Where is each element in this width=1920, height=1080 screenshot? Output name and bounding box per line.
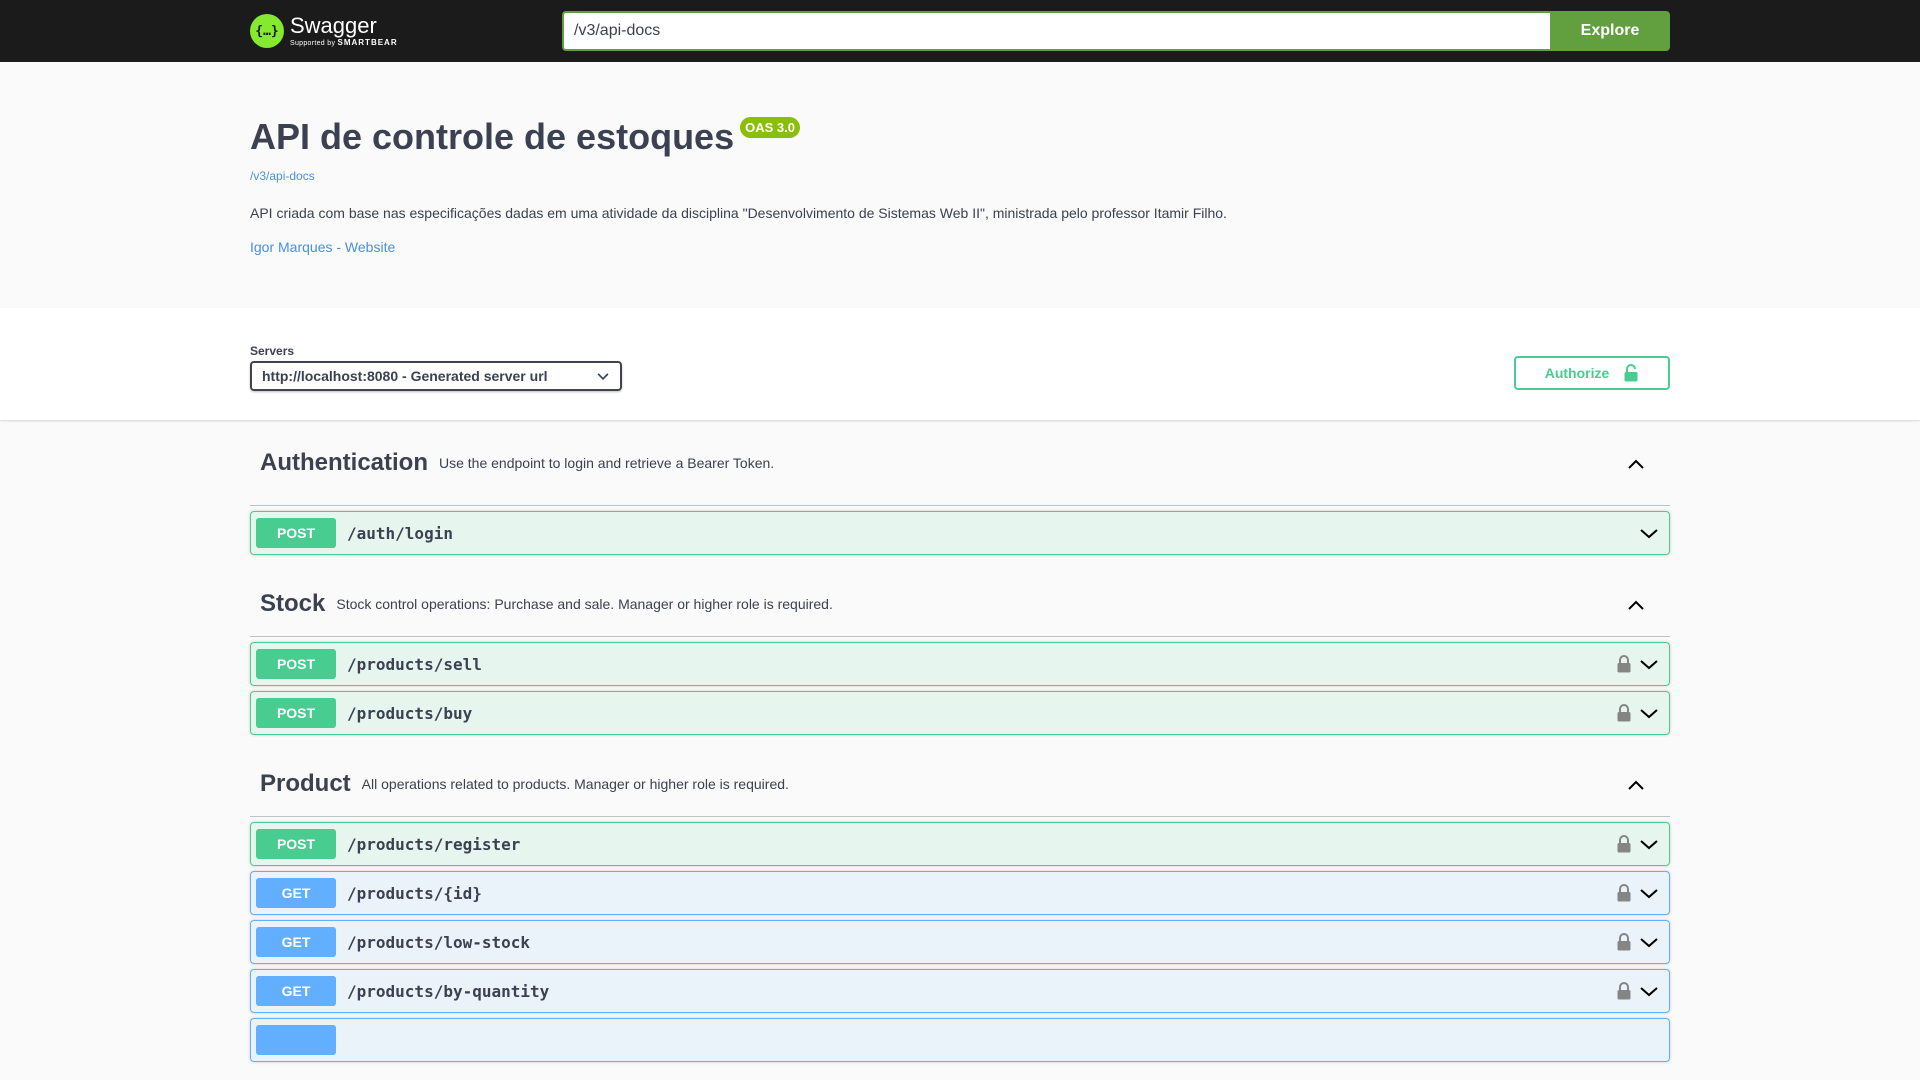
operation-get-products-low-stock[interactable]: GET /products/low-stock: [250, 920, 1670, 964]
tag-header-authentication[interactable]: Authentication Use the endpoint to login…: [250, 420, 1670, 506]
method-badge: [256, 1025, 336, 1055]
tag-section-authentication: Authentication Use the endpoint to login…: [250, 420, 1670, 555]
authorize-label: Authorize: [1544, 365, 1610, 381]
swagger-logo[interactable]: {…} Swagger Supported by SMARTBEAR: [250, 14, 562, 48]
method-badge: POST: [256, 649, 336, 679]
operation-post-products-sell[interactable]: POST /products/sell: [250, 642, 1670, 686]
chevron-down-icon[interactable]: [1639, 654, 1659, 674]
spec-url-link[interactable]: /v3/api-docs: [250, 169, 1670, 183]
operation-path: /products/buy: [347, 703, 473, 723]
method-badge: POST: [256, 518, 336, 548]
operation-path: /products/low-stock: [347, 932, 531, 952]
logo-subtitle: Supported by SMARTBEAR: [290, 38, 398, 48]
chevron-down-icon[interactable]: [1639, 703, 1659, 723]
tag-section-product: Product All operations related to produc…: [250, 751, 1670, 1062]
chevron-down-icon[interactable]: [1639, 932, 1659, 952]
chevron-up-icon[interactable]: [1626, 595, 1646, 615]
info-section: API de controle de estoques OAS 3.0 /v3/…: [0, 62, 1920, 308]
chevron-down-icon[interactable]: [1639, 981, 1659, 1001]
method-badge: GET: [256, 878, 336, 908]
lock-icon[interactable]: [1617, 982, 1631, 1000]
swagger-logo-icon: {…}: [250, 14, 284, 48]
servers-label: Servers: [250, 344, 295, 358]
tag-description: All operations related to products. Mana…: [361, 775, 789, 792]
lock-icon[interactable]: [1617, 655, 1631, 673]
scheme-container: Servers http://localhost:8080 - Generate…: [0, 308, 1920, 420]
chevron-up-icon[interactable]: [1626, 454, 1646, 474]
method-badge: POST: [256, 698, 336, 728]
operation-path: /auth/login: [347, 523, 453, 543]
authorize-button[interactable]: Authorize: [1514, 356, 1670, 390]
tag-name: Product: [260, 769, 351, 797]
operation-get-products-id[interactable]: GET /products/{id}: [250, 871, 1670, 915]
method-badge: GET: [256, 927, 336, 957]
operation-post-products-register[interactable]: POST /products/register: [250, 822, 1670, 866]
server-select[interactable]: http://localhost:8080 - Generated server…: [250, 361, 622, 391]
logo-name: Swagger: [290, 13, 377, 38]
spec-url-input[interactable]: [562, 11, 1550, 51]
operation-get-partial[interactable]: [250, 1018, 1670, 1062]
method-badge: POST: [256, 829, 336, 859]
tag-header-product[interactable]: Product All operations related to produc…: [250, 751, 1670, 817]
tag-section-stock: Stock Stock control operations: Purchase…: [250, 571, 1670, 735]
chevron-down-icon[interactable]: [1639, 883, 1659, 903]
oas-version-badge: OAS 3.0: [740, 117, 800, 138]
operation-path: /products/{id}: [347, 883, 482, 903]
operation-get-products-by-quantity[interactable]: GET /products/by-quantity: [250, 969, 1670, 1013]
operation-path: /products/register: [347, 834, 521, 854]
api-description: API criada com base nas especificações d…: [250, 204, 1227, 221]
operation-path: /products/by-quantity: [347, 981, 550, 1001]
chevron-up-icon[interactable]: [1626, 775, 1646, 795]
operations-list: Authentication Use the endpoint to login…: [250, 420, 1670, 1078]
operation-post-products-buy[interactable]: POST /products/buy: [250, 691, 1670, 735]
topbar: {…} Swagger Supported by SMARTBEAR Explo…: [0, 0, 1920, 62]
server-select-value: http://localhost:8080 - Generated server…: [262, 368, 548, 384]
tag-description: Stock control operations: Purchase and s…: [336, 595, 833, 612]
tag-name: Stock: [260, 589, 326, 617]
method-badge: GET: [256, 976, 336, 1006]
api-title: API de controle de estoques: [250, 116, 735, 157]
chevron-down-icon[interactable]: [1639, 523, 1659, 543]
tag-header-stock[interactable]: Stock Stock control operations: Purchase…: [250, 571, 1670, 637]
lock-icon[interactable]: [1617, 884, 1631, 902]
lock-icon[interactable]: [1617, 704, 1631, 722]
chevron-down-icon: [597, 373, 609, 380]
lock-icon[interactable]: [1617, 835, 1631, 853]
chevron-down-icon[interactable]: [1639, 834, 1659, 854]
operation-path: /products/sell: [347, 654, 482, 674]
lock-icon[interactable]: [1617, 933, 1631, 951]
tag-name: Authentication: [260, 448, 428, 476]
explore-button[interactable]: Explore: [1550, 11, 1670, 51]
operation-post-auth-login[interactable]: POST /auth/login: [250, 511, 1670, 555]
unlock-icon: [1624, 364, 1638, 382]
explore-form: Explore: [562, 11, 1670, 51]
tag-description: Use the endpoint to login and retrieve a…: [439, 454, 775, 471]
contact-website-link[interactable]: Igor Marques - Website: [250, 239, 1670, 255]
